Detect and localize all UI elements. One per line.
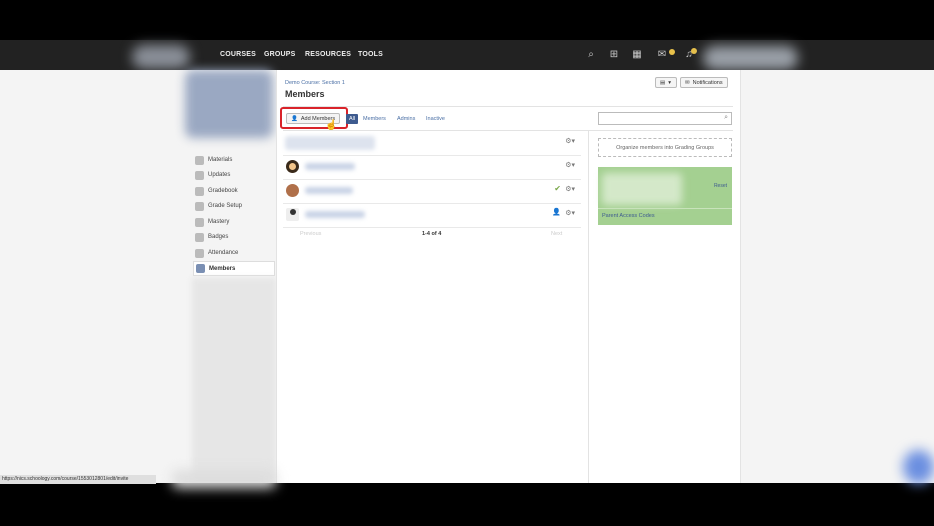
attendance-icon	[195, 248, 204, 258]
video-frame: COURSES GROUPS RESOURCES TOOLS ⌕ ⊞ ▦ ✉ ♫…	[0, 0, 934, 526]
tab-admins[interactable]: Admins	[397, 114, 415, 124]
red-highlight-box	[280, 107, 348, 129]
course-picture-blurred	[185, 70, 273, 138]
member-row[interactable]: ⚙▾	[283, 155, 581, 179]
bell-badge	[691, 48, 697, 54]
divider	[283, 106, 733, 107]
sidebar-blurred-area	[192, 278, 276, 483]
search-icon[interactable]: ⌕	[585, 49, 597, 61]
member-name-blurred	[305, 187, 353, 194]
hand-cursor-icon: ☝	[325, 120, 338, 131]
sidebar-item-grade-setup[interactable]: Grade Setup	[193, 199, 275, 213]
person-dark-hair-avatar	[286, 160, 299, 173]
chevron-down-icon: ▾	[668, 79, 671, 86]
sidebar-item-badges[interactable]: Badges	[193, 230, 275, 244]
sidebar-bottom-blurred	[172, 470, 276, 488]
letterbox-bottom	[0, 483, 934, 526]
reset-link[interactable]: Reset	[714, 183, 727, 189]
sidebar-item-materials[interactable]: Materials	[193, 153, 275, 167]
mail-icon[interactable]: ✉	[656, 49, 668, 61]
divider	[598, 208, 732, 209]
tab-all[interactable]: All	[346, 114, 359, 124]
gear-icon[interactable]: ⚙▾	[565, 161, 575, 169]
organize-grading-groups-button[interactable]: Organize members into Grading Groups	[598, 138, 732, 157]
sidebar-item-gradebook[interactable]: Gradebook	[193, 184, 275, 198]
check-icon: ✔	[554, 184, 561, 193]
mastery-icon	[195, 217, 204, 227]
badge-icon	[195, 232, 204, 242]
member-row[interactable]: ✔ ⚙▾	[283, 179, 581, 203]
webcam-bubble-blurred	[903, 450, 934, 484]
search-icon[interactable]: ⌕	[724, 114, 728, 122]
nav-tools[interactable]: TOOLS	[358, 51, 383, 58]
grade-setup-icon	[195, 201, 204, 211]
envelope-icon: ✉	[685, 79, 690, 86]
sidebar-item-attendance[interactable]: Attendance	[193, 246, 275, 260]
updates-icon	[195, 170, 204, 180]
person-admin-avatar	[286, 208, 299, 221]
sidebar-item-members[interactable]: Members	[193, 261, 275, 276]
logo-blurred	[132, 45, 190, 69]
sidebar-item-label: Grade Setup	[208, 203, 243, 209]
pager-previous[interactable]: Previous	[300, 231, 321, 237]
parent-access-codes-link[interactable]: Parent Access Codes	[602, 213, 655, 219]
sidebar-item-mastery[interactable]: Mastery	[193, 215, 275, 229]
pager-next[interactable]: Next	[551, 231, 562, 237]
tab-members[interactable]: Members	[363, 114, 386, 124]
sidebar-item-label: Badges	[208, 234, 229, 240]
user-menu-blurred[interactable]	[703, 46, 798, 70]
member-row[interactable]: ⚙▾	[283, 131, 581, 155]
member-name-blurred	[305, 163, 355, 170]
folder-icon	[195, 155, 204, 165]
gear-icon[interactable]: ⚙▾	[565, 209, 575, 217]
members-icon	[196, 264, 205, 273]
access-code-blurred	[602, 173, 682, 205]
apps-grid-icon[interactable]: ⊞	[608, 49, 620, 61]
member-name-blurred	[285, 136, 375, 150]
calendar-icon[interactable]: ▦	[631, 49, 643, 61]
notifications-label: Notifications	[692, 79, 723, 86]
parent-access-panel: Reset Parent Access Codes	[598, 167, 732, 225]
sidebar-item-label: Updates	[208, 172, 231, 178]
breadcrumb[interactable]: Demo Course: Section 1	[285, 80, 345, 86]
column-divider	[588, 130, 589, 483]
gradebook-icon	[195, 186, 204, 196]
mail-badge	[669, 49, 675, 55]
member-row[interactable]: 👤 ⚙▾	[283, 203, 581, 227]
gear-icon[interactable]: ⚙▾	[565, 185, 575, 193]
status-bar-url: https://nics.schoology.com/course/155301…	[0, 475, 156, 484]
notifications-button[interactable]: ✉ Notifications	[680, 77, 728, 88]
pager-count: 1-4 of 4	[422, 231, 442, 237]
admin-icon: 👤	[552, 209, 561, 216]
view-toggle-button[interactable]: ▤ ▾	[655, 77, 677, 88]
grid-view-icon: ▤	[660, 79, 666, 86]
member-name-blurred	[305, 211, 365, 218]
sidebar-item-label: Mastery	[208, 219, 230, 225]
person-photo-avatar	[286, 184, 299, 197]
search-input[interactable]: ⌕	[598, 112, 732, 125]
page-title: Members	[285, 89, 325, 99]
nav-groups[interactable]: GROUPS	[264, 51, 296, 58]
nav-courses[interactable]: COURSES	[220, 51, 256, 58]
gear-icon[interactable]: ⚙▾	[565, 137, 575, 145]
sidebar-item-label: Gradebook	[208, 188, 238, 194]
tab-inactive[interactable]: Inactive	[426, 114, 445, 124]
sidebar-item-label: Materials	[208, 157, 233, 163]
sidebar-item-label: Members	[209, 265, 236, 272]
nav-resources[interactable]: RESOURCES	[305, 51, 351, 58]
sidebar-item-label: Attendance	[208, 250, 239, 256]
divider	[283, 227, 581, 228]
sidebar-item-updates[interactable]: Updates	[193, 168, 275, 182]
